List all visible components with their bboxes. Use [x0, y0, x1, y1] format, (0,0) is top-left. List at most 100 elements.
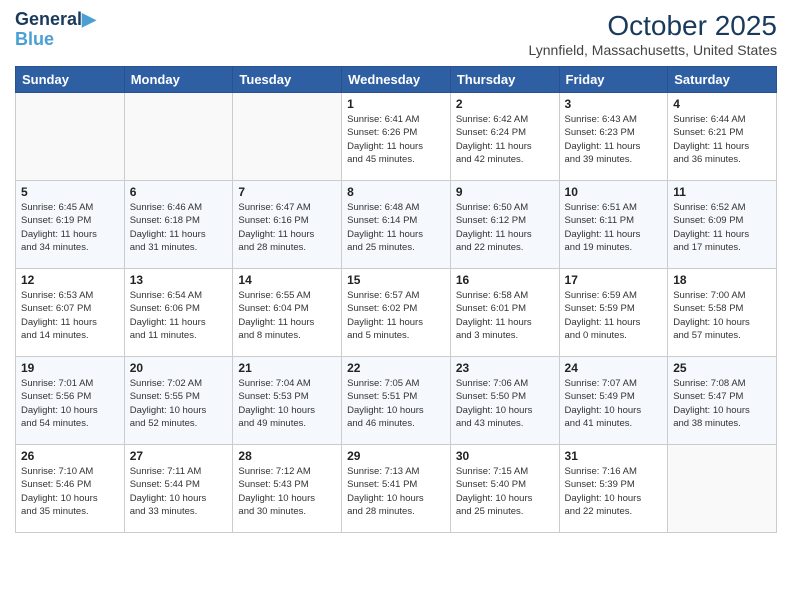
day-info: Sunrise: 7:02 AM Sunset: 5:55 PM Dayligh… [130, 377, 228, 430]
day-cell-31: 29 Sunrise: 7:13 AM Sunset: 5:41 PM Dayli… [342, 445, 451, 533]
day-number: 30 [456, 449, 554, 463]
calendar-body: 1 Sunrise: 6:41 AM Sunset: 6:26 PM Daylig… [16, 93, 777, 533]
day-number: 5 [21, 185, 119, 199]
day-info: Sunrise: 6:50 AM Sunset: 6:12 PM Dayligh… [456, 201, 554, 254]
weekday-header-wednesday: Wednesday [342, 67, 451, 93]
logo-text: General▶ [15, 10, 96, 30]
day-number: 4 [673, 97, 771, 111]
day-number: 20 [130, 361, 228, 375]
day-info: Sunrise: 7:15 AM Sunset: 5:40 PM Dayligh… [456, 465, 554, 518]
day-cell-15: 13 Sunrise: 6:54 AM Sunset: 6:06 PM Dayli… [124, 269, 233, 357]
day-number: 6 [130, 185, 228, 199]
day-number: 26 [21, 449, 119, 463]
day-cell-10: 8Sunrise: 6:48 AM Sunset: 6:14 PM Daylig… [342, 181, 451, 269]
day-number: 11 [673, 185, 771, 199]
day-number: 8 [347, 185, 445, 199]
weekday-header-tuesday: Tuesday [233, 67, 342, 93]
day-cell-3: 1 Sunrise: 6:41 AM Sunset: 6:26 PM Daylig… [342, 93, 451, 181]
day-info: Sunrise: 6:52 AM Sunset: 6:09 PM Dayligh… [673, 201, 771, 254]
day-number: 18 [673, 273, 771, 287]
day-cell-7: 5 Sunrise: 6:45 AM Sunset: 6:19 PM Daylig… [16, 181, 125, 269]
day-cell-5: 3 Sunrise: 6:43 AM Sunset: 6:23 PM Daylig… [559, 93, 668, 181]
week-row-2: 5 Sunrise: 6:45 AM Sunset: 6:19 PM Daylig… [16, 181, 777, 269]
day-number: 25 [673, 361, 771, 375]
day-cell-2 [233, 93, 342, 181]
day-number: 1 [347, 97, 445, 111]
day-info: Sunrise: 7:10 AM Sunset: 5:46 PM Dayligh… [21, 465, 119, 518]
weekday-row: SundayMondayTuesdayWednesdayThursdayFrid… [16, 67, 777, 93]
day-number: 28 [238, 449, 336, 463]
day-info: Sunrise: 7:12 AM Sunset: 5:43 PM Dayligh… [238, 465, 336, 518]
day-cell-8: 6 Sunrise: 6:46 AM Sunset: 6:18 PM Daylig… [124, 181, 233, 269]
day-cell-13: 11 Sunrise: 6:52 AM Sunset: 6:09 PM Dayli… [668, 181, 777, 269]
day-number: 24 [565, 361, 663, 375]
day-cell-33: 31 Sunrise: 7:16 AM Sunset: 5:39 PM Dayli… [559, 445, 668, 533]
day-number: 16 [456, 273, 554, 287]
day-number: 17 [565, 273, 663, 287]
day-cell-29: 27 Sunrise: 7:11 AM Sunset: 5:44 PM Dayli… [124, 445, 233, 533]
day-cell-0 [16, 93, 125, 181]
day-info: Sunrise: 7:00 AM Sunset: 5:58 PM Dayligh… [673, 289, 771, 342]
location: Lynnfield, Massachusetts, United States [529, 42, 778, 58]
day-info: Sunrise: 7:13 AM Sunset: 5:41 PM Dayligh… [347, 465, 445, 518]
day-cell-12: 10Sunrise: 6:51 AM Sunset: 6:11 PM Dayli… [559, 181, 668, 269]
calendar-header: SundayMondayTuesdayWednesdayThursdayFrid… [16, 67, 777, 93]
day-cell-25: 23 Sunrise: 7:06 AM Sunset: 5:50 PM Dayli… [450, 357, 559, 445]
month-title: October 2025 [529, 10, 778, 42]
day-number: 31 [565, 449, 663, 463]
weekday-header-thursday: Thursday [450, 67, 559, 93]
logo: General▶ Blue [15, 10, 96, 50]
day-cell-24: 22Sunrise: 7:05 AM Sunset: 5:51 PM Dayli… [342, 357, 451, 445]
day-info: Sunrise: 6:44 AM Sunset: 6:21 PM Dayligh… [673, 113, 771, 166]
day-cell-22: 20 Sunrise: 7:02 AM Sunset: 5:55 PM Dayli… [124, 357, 233, 445]
day-number: 2 [456, 97, 554, 111]
day-cell-17: 15Sunrise: 6:57 AM Sunset: 6:02 PM Dayli… [342, 269, 451, 357]
day-number: 19 [21, 361, 119, 375]
day-info: Sunrise: 6:42 AM Sunset: 6:24 PM Dayligh… [456, 113, 554, 166]
day-number: 21 [238, 361, 336, 375]
day-number: 12 [21, 273, 119, 287]
week-row-1: 1 Sunrise: 6:41 AM Sunset: 6:26 PM Daylig… [16, 93, 777, 181]
calendar: SundayMondayTuesdayWednesdayThursdayFrid… [15, 66, 777, 533]
day-number: 3 [565, 97, 663, 111]
day-info: Sunrise: 6:43 AM Sunset: 6:23 PM Dayligh… [565, 113, 663, 166]
day-cell-14: 12 Sunrise: 6:53 AM Sunset: 6:07 PM Dayli… [16, 269, 125, 357]
day-info: Sunrise: 6:41 AM Sunset: 6:26 PM Dayligh… [347, 113, 445, 166]
title-block: October 2025 Lynnfield, Massachusetts, U… [529, 10, 778, 58]
day-info: Sunrise: 7:01 AM Sunset: 5:56 PM Dayligh… [21, 377, 119, 430]
day-info: Sunrise: 6:47 AM Sunset: 6:16 PM Dayligh… [238, 201, 336, 254]
weekday-header-saturday: Saturday [668, 67, 777, 93]
day-cell-30: 28 Sunrise: 7:12 AM Sunset: 5:43 PM Dayli… [233, 445, 342, 533]
day-number: 22 [347, 361, 445, 375]
day-info: Sunrise: 7:07 AM Sunset: 5:49 PM Dayligh… [565, 377, 663, 430]
week-row-4: 19 Sunrise: 7:01 AM Sunset: 5:56 PM Dayli… [16, 357, 777, 445]
day-number: 9 [456, 185, 554, 199]
day-number: 7 [238, 185, 336, 199]
day-number: 13 [130, 273, 228, 287]
day-info: Sunrise: 6:59 AM Sunset: 5:59 PM Dayligh… [565, 289, 663, 342]
day-info: Sunrise: 6:54 AM Sunset: 6:06 PM Dayligh… [130, 289, 228, 342]
day-cell-16: 14Sunrise: 6:55 AM Sunset: 6:04 PM Dayli… [233, 269, 342, 357]
day-info: Sunrise: 7:16 AM Sunset: 5:39 PM Dayligh… [565, 465, 663, 518]
day-cell-28: 26 Sunrise: 7:10 AM Sunset: 5:46 PM Dayli… [16, 445, 125, 533]
day-info: Sunrise: 7:08 AM Sunset: 5:47 PM Dayligh… [673, 377, 771, 430]
logo-blue: Blue [15, 30, 96, 50]
day-info: Sunrise: 7:11 AM Sunset: 5:44 PM Dayligh… [130, 465, 228, 518]
day-cell-27: 25 Sunrise: 7:08 AM Sunset: 5:47 PM Dayli… [668, 357, 777, 445]
week-row-5: 26 Sunrise: 7:10 AM Sunset: 5:46 PM Dayli… [16, 445, 777, 533]
day-number: 15 [347, 273, 445, 287]
day-info: Sunrise: 7:06 AM Sunset: 5:50 PM Dayligh… [456, 377, 554, 430]
day-cell-11: 9 Sunrise: 6:50 AM Sunset: 6:12 PM Daylig… [450, 181, 559, 269]
weekday-header-monday: Monday [124, 67, 233, 93]
day-number: 27 [130, 449, 228, 463]
day-number: 23 [456, 361, 554, 375]
day-info: Sunrise: 6:53 AM Sunset: 6:07 PM Dayligh… [21, 289, 119, 342]
day-cell-32: 30 Sunrise: 7:15 AM Sunset: 5:40 PM Dayli… [450, 445, 559, 533]
day-info: Sunrise: 7:04 AM Sunset: 5:53 PM Dayligh… [238, 377, 336, 430]
day-info: Sunrise: 6:45 AM Sunset: 6:19 PM Dayligh… [21, 201, 119, 254]
day-cell-26: 24 Sunrise: 7:07 AM Sunset: 5:49 PM Dayli… [559, 357, 668, 445]
day-info: Sunrise: 6:46 AM Sunset: 6:18 PM Dayligh… [130, 201, 228, 254]
day-number: 29 [347, 449, 445, 463]
day-cell-34 [668, 445, 777, 533]
page: General▶ Blue October 2025 Lynnfield, Ma… [0, 0, 792, 543]
